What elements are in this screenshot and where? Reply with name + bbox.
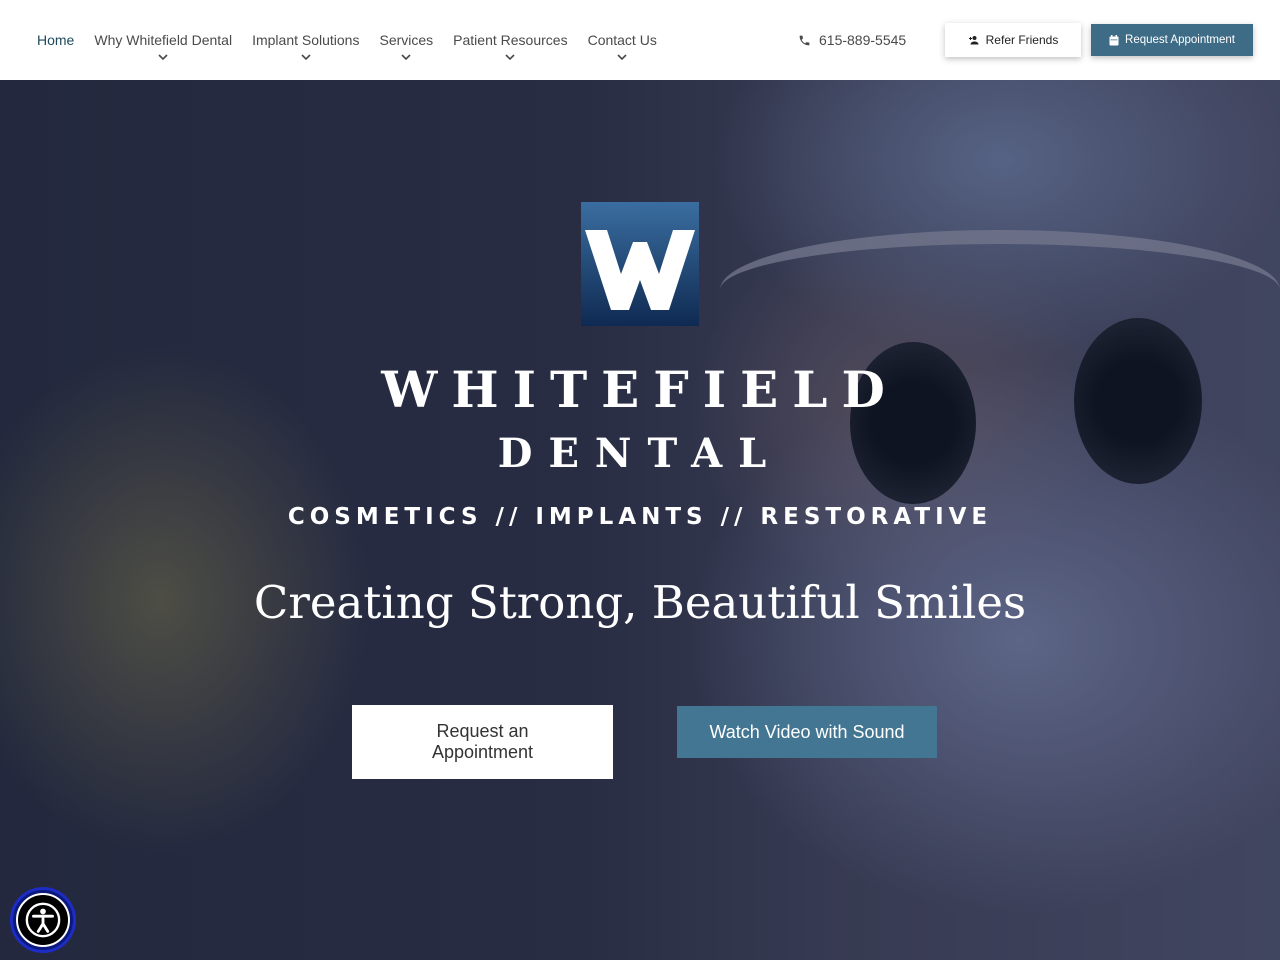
accessibility-icon [25, 902, 61, 938]
nav-item-label: Home [37, 32, 75, 48]
refer-friends-label: Refer Friends [985, 33, 1059, 47]
nav-item-implant-solutions[interactable]: Implant Solutions [252, 30, 359, 62]
request-appointment-button[interactable]: Request Appointment [1091, 24, 1253, 56]
whitefield-logo [581, 202, 699, 326]
hero-section: WHITEFIELD DENTAL COSMETICS // IMPLANTS … [0, 80, 1280, 960]
watch-video-button[interactable]: Watch Video with Sound [677, 706, 937, 758]
tagline: COSMETICS // IMPLANTS // RESTORATIVE [287, 504, 993, 530]
user-plus-icon [968, 36, 979, 45]
nav-item-label: Implant Solutions [252, 32, 360, 48]
nav-item-contact-us[interactable]: Contact Us [588, 30, 657, 62]
main-nav: Home Why Whitefield Dental Implant Solut… [37, 30, 677, 62]
chevron-down-icon [301, 54, 311, 61]
brand-name-line2: DENTAL [497, 430, 783, 477]
nav-item-services[interactable]: Services [379, 30, 433, 62]
phone-icon [799, 35, 810, 45]
chevron-down-icon [505, 54, 515, 61]
nav-item-label: Patient Resources [453, 32, 568, 48]
request-appointment-cta-label: Request an Appointment [431, 721, 534, 762]
chevron-down-icon [158, 54, 168, 61]
accessibility-icon-frame [16, 893, 70, 947]
phone-link[interactable]: 615-889-5545 [798, 30, 906, 50]
nav-item-patient-resources[interactable]: Patient Resources [453, 30, 568, 62]
nav-item-label: Why Whitefield Dental [94, 32, 233, 48]
chevron-down-icon [617, 54, 627, 61]
watch-video-label: Watch Video with Sound [709, 721, 905, 742]
nav-item-home[interactable]: Home [37, 30, 74, 50]
nav-item-label: Contact Us [587, 32, 657, 48]
request-appointment-cta[interactable]: Request an Appointment [352, 705, 613, 779]
request-appointment-label: Request Appointment [1125, 34, 1235, 46]
nav-item-why-whitefield[interactable]: Why Whitefield Dental [94, 30, 232, 62]
phone-number: 615-889-5545 [819, 32, 907, 48]
accessibility-button[interactable] [10, 887, 76, 953]
calendar-icon [1109, 34, 1119, 45]
brand-name-line1: WHITEFIELD [381, 360, 899, 419]
nav-item-label: Services [379, 32, 434, 48]
site-header: Home Why Whitefield Dental Implant Solut… [0, 0, 1280, 80]
refer-friends-button[interactable]: Refer Friends [945, 23, 1081, 57]
chevron-down-icon [401, 54, 411, 61]
hero-headline: Creating Strong, Beautiful Smiles [253, 576, 1027, 629]
